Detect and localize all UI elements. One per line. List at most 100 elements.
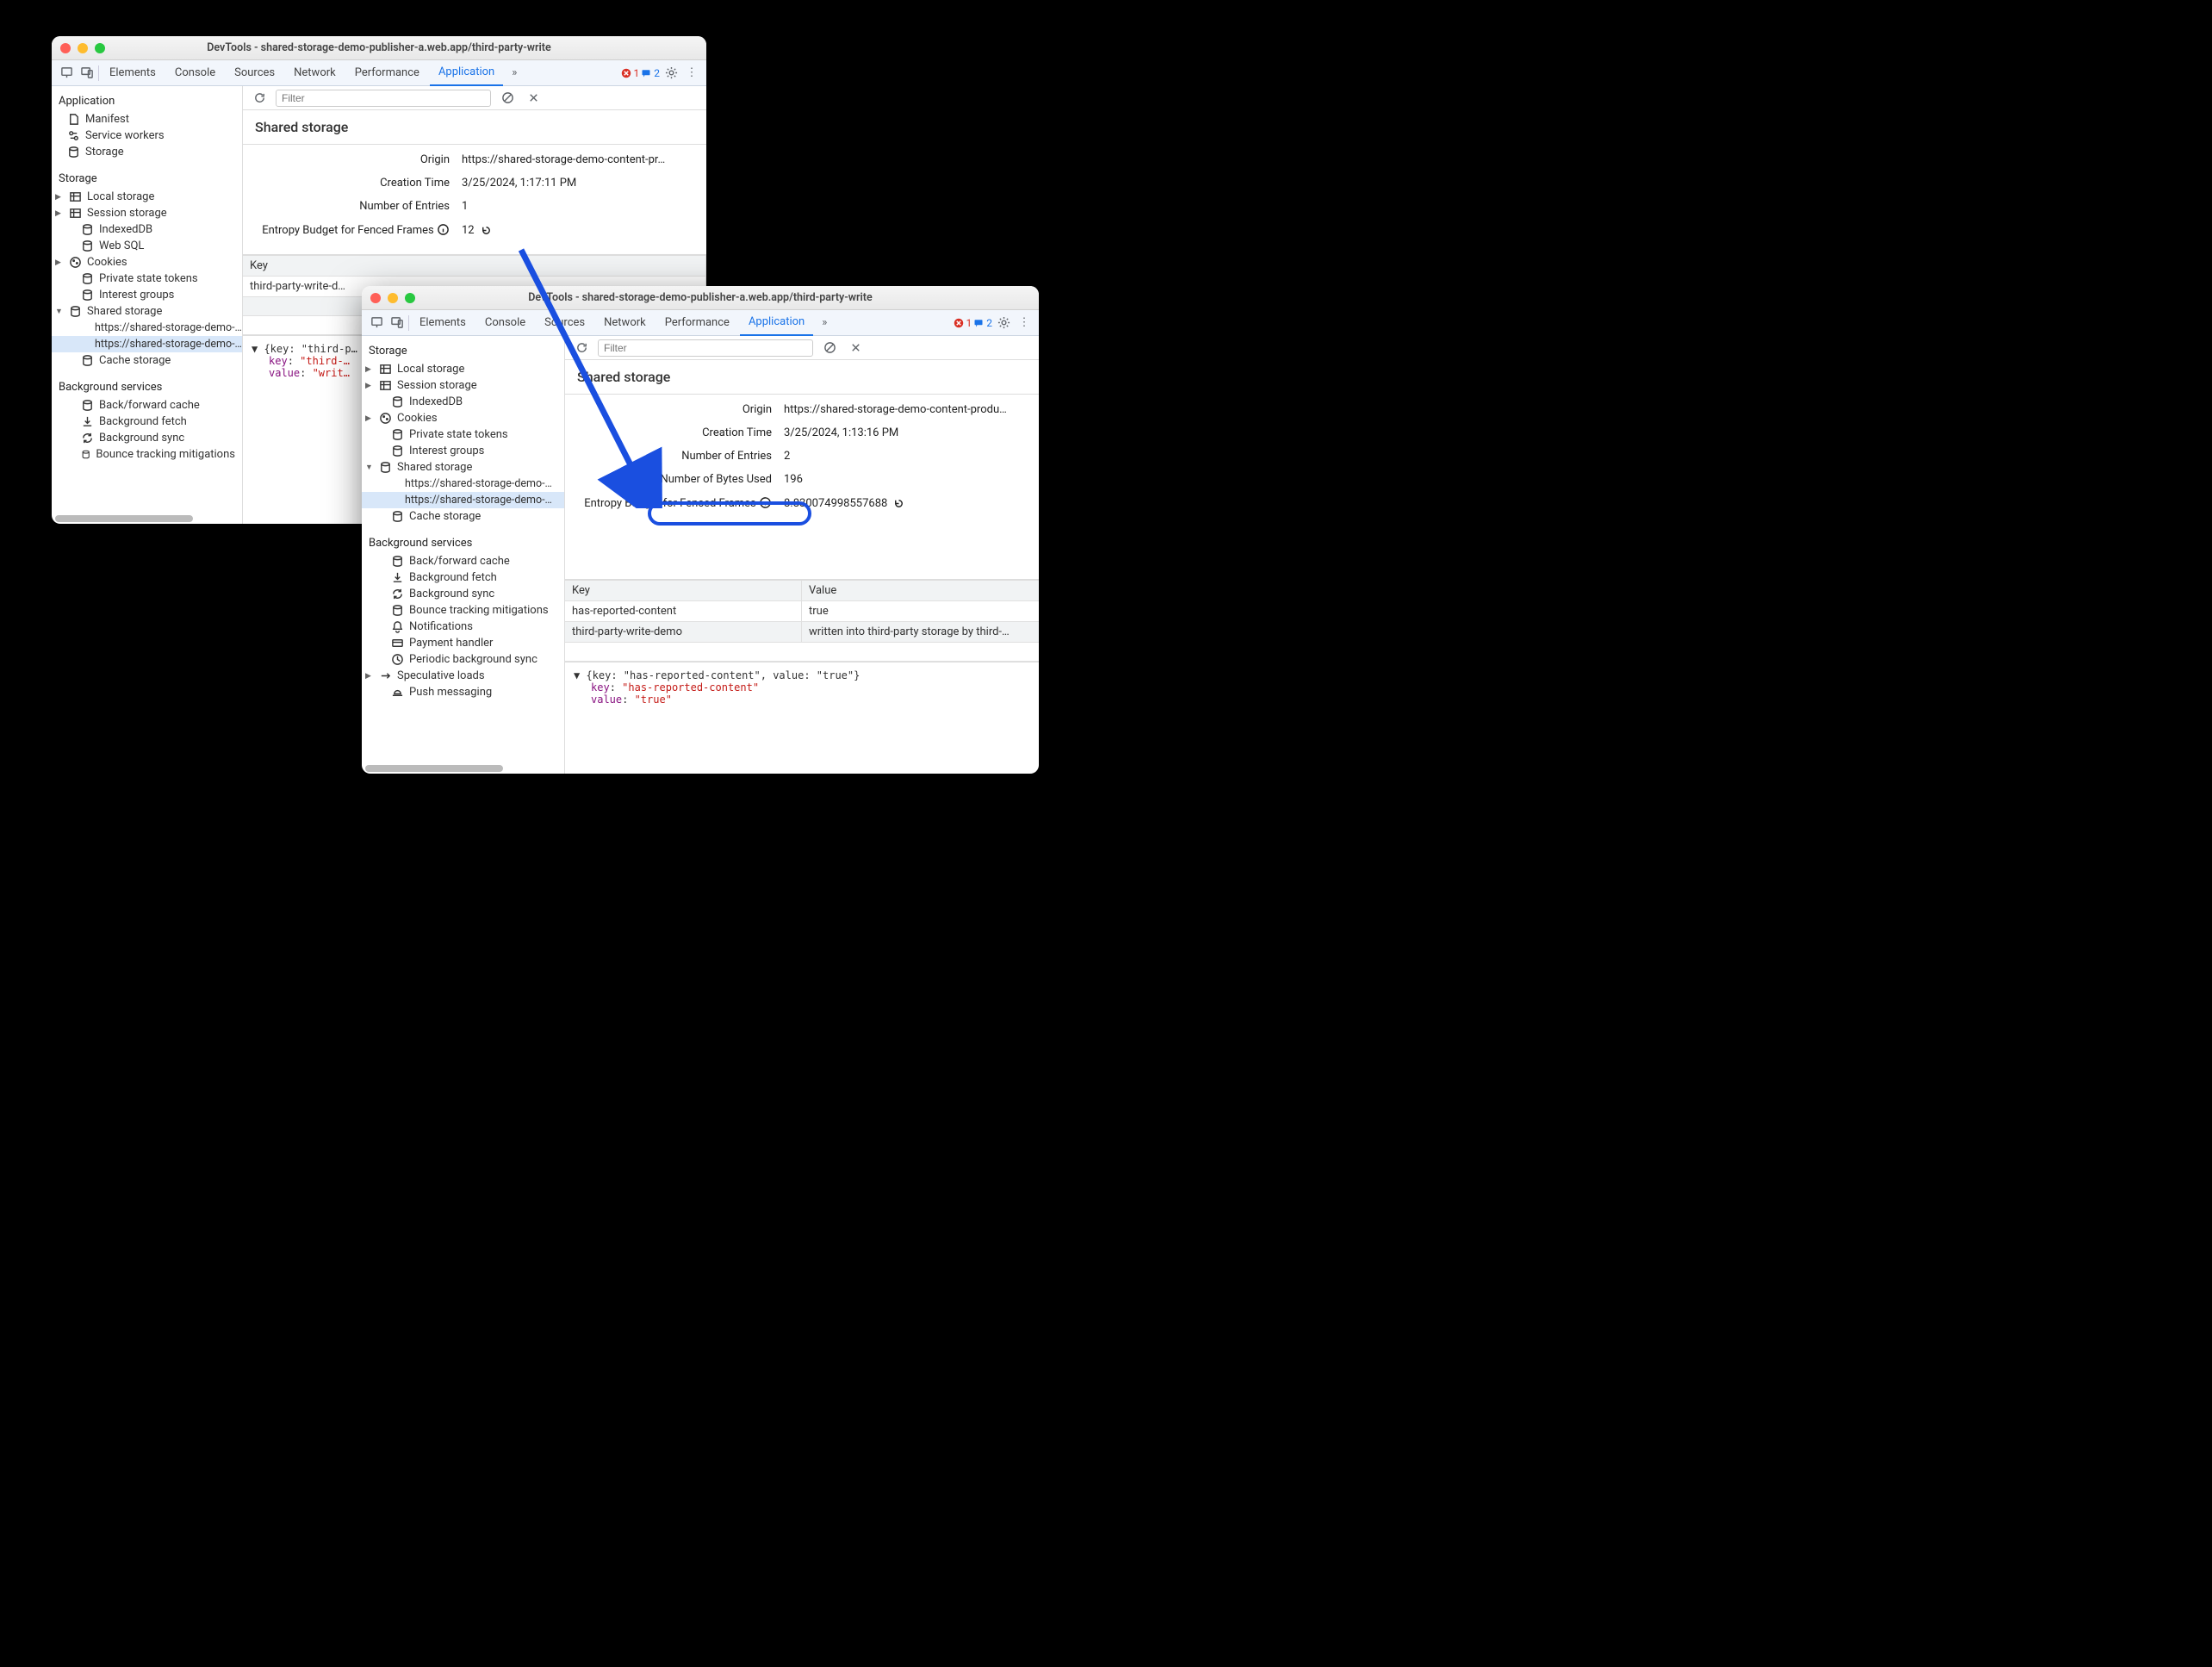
- application-sidebar[interactable]: Application Manifest Service workers Sto…: [52, 86, 243, 524]
- horizontal-scrollbar[interactable]: [55, 515, 193, 522]
- sidebar-item-speculative-loads[interactable]: ▶Speculative loads: [362, 668, 564, 684]
- kebab-menu-icon[interactable]: ⋮: [1015, 314, 1034, 333]
- sidebar-item-back-forward-cache[interactable]: Back/forward cache: [52, 397, 242, 414]
- clear-icon[interactable]: [498, 89, 517, 108]
- sidebar-item-service-workers[interactable]: Service workers: [52, 128, 242, 144]
- minimize-window-button[interactable]: [388, 293, 398, 303]
- refresh-icon[interactable]: [572, 339, 591, 358]
- chevron-right-icon[interactable]: ▶: [55, 193, 64, 202]
- sidebar-item-shared-storage[interactable]: ▼Shared storage: [362, 459, 564, 476]
- sidebar-item-session-storage[interactable]: ▶Session storage: [362, 377, 564, 394]
- error-count-badge[interactable]: 1: [621, 67, 640, 79]
- sidebar-item-cookies[interactable]: ▶Cookies: [52, 254, 242, 271]
- sidebar-item-back-forward-cache[interactable]: Back/forward cache: [362, 553, 564, 569]
- tab-sources[interactable]: Sources: [536, 310, 593, 336]
- close-icon[interactable]: [524, 89, 543, 108]
- kebab-menu-icon[interactable]: ⋮: [682, 64, 701, 83]
- filter-input[interactable]: [276, 90, 491, 107]
- chevron-right-icon[interactable]: ▶: [365, 365, 374, 374]
- close-icon[interactable]: [846, 339, 865, 358]
- table-row-empty: [565, 643, 1039, 662]
- device-toggle-icon[interactable]: [388, 314, 407, 333]
- sidebar-item-indexeddb[interactable]: IndexedDB: [52, 221, 242, 238]
- sidebar-item-background-fetch[interactable]: Background fetch: [52, 414, 242, 430]
- tab-application[interactable]: Application: [430, 60, 503, 86]
- horizontal-scrollbar[interactable]: [365, 765, 503, 772]
- zoom-window-button[interactable]: [95, 43, 105, 53]
- inspect-icon[interactable]: [367, 314, 386, 333]
- sidebar-item-manifest[interactable]: Manifest: [52, 111, 242, 128]
- sidebar-item-background-sync[interactable]: Background sync: [362, 586, 564, 602]
- tab-network[interactable]: Network: [285, 60, 345, 86]
- sidebar-item-private-state-tokens[interactable]: Private state tokens: [362, 426, 564, 443]
- inspect-icon[interactable]: [57, 64, 76, 83]
- info-icon[interactable]: [759, 496, 772, 509]
- sidebar-item-storage[interactable]: Storage: [52, 144, 242, 160]
- tab-performance[interactable]: Performance: [346, 60, 428, 86]
- sidebar-item-local-storage[interactable]: ▶Local storage: [52, 189, 242, 205]
- settings-gear-icon[interactable]: [662, 64, 680, 83]
- table-row[interactable]: has-reported-contenttrue: [565, 601, 1039, 622]
- more-tabs-chevron-icon[interactable]: »: [815, 314, 834, 333]
- sidebar-item-background-sync[interactable]: Background sync: [52, 430, 242, 446]
- sidebar-item-background-fetch[interactable]: Background fetch: [362, 569, 564, 586]
- refresh-icon[interactable]: [250, 89, 269, 108]
- tab-elements[interactable]: Elements: [101, 60, 165, 86]
- sidebar-subitem-origin[interactable]: https://shared-storage-demo-…: [52, 336, 242, 352]
- tab-elements[interactable]: Elements: [411, 310, 475, 336]
- window-titlebar[interactable]: DevTools - shared-storage-demo-publisher…: [362, 286, 1039, 310]
- sidebar-item-cookies[interactable]: ▶Cookies: [362, 410, 564, 426]
- reset-icon[interactable]: [892, 497, 905, 510]
- close-window-button[interactable]: [60, 43, 71, 53]
- reset-icon[interactable]: [480, 224, 493, 237]
- sidebar-item-websql[interactable]: Web SQL: [52, 238, 242, 254]
- tab-console[interactable]: Console: [166, 60, 224, 86]
- sidebar-item-payment-handler[interactable]: Payment handler: [362, 635, 564, 651]
- filter-input[interactable]: [598, 339, 813, 357]
- sidebar-item-cache-storage[interactable]: Cache storage: [362, 508, 564, 525]
- window-titlebar[interactable]: DevTools - shared-storage-demo-publisher…: [52, 36, 706, 60]
- minimize-window-button[interactable]: [78, 43, 88, 53]
- tab-network[interactable]: Network: [595, 310, 655, 336]
- tab-performance[interactable]: Performance: [656, 310, 738, 336]
- settings-gear-icon[interactable]: [994, 314, 1013, 333]
- clear-icon[interactable]: [820, 339, 839, 358]
- sidebar-subitem-origin[interactable]: https://shared-storage-demo-…: [362, 476, 564, 492]
- close-window-button[interactable]: [370, 293, 381, 303]
- zoom-window-button[interactable]: [405, 293, 415, 303]
- sidebar-item-periodic-sync[interactable]: Periodic background sync: [362, 651, 564, 668]
- sidebar-item-interest-groups[interactable]: Interest groups: [52, 287, 242, 303]
- sidebar-subitem-origin[interactable]: https://shared-storage-demo-…: [52, 320, 242, 336]
- chevron-right-icon[interactable]: ▶: [55, 258, 64, 267]
- sidebar-item-bounce-tracking[interactable]: Bounce tracking mitigations: [362, 602, 564, 619]
- sidebar-item-indexeddb[interactable]: IndexedDB: [362, 394, 564, 410]
- sidebar-item-cache-storage[interactable]: Cache storage: [52, 352, 242, 369]
- sidebar-subitem-origin[interactable]: https://shared-storage-demo-…: [362, 492, 564, 508]
- tab-console[interactable]: Console: [476, 310, 534, 336]
- chevron-right-icon[interactable]: ▶: [365, 672, 374, 681]
- chevron-down-icon[interactable]: ▼: [365, 463, 374, 472]
- sidebar-item-interest-groups[interactable]: Interest groups: [362, 443, 564, 459]
- sidebar-item-session-storage[interactable]: ▶Session storage: [52, 205, 242, 221]
- tab-sources[interactable]: Sources: [226, 60, 283, 86]
- tab-application[interactable]: Application: [740, 310, 813, 336]
- chevron-right-icon[interactable]: ▶: [365, 414, 374, 423]
- sidebar-item-push-messaging[interactable]: Push messaging: [362, 684, 564, 700]
- device-toggle-icon[interactable]: [78, 64, 96, 83]
- application-sidebar[interactable]: Storage ▶Local storage ▶Session storage …: [362, 336, 565, 774]
- info-icon[interactable]: [437, 223, 450, 236]
- sidebar-item-local-storage[interactable]: ▶Local storage: [362, 361, 564, 377]
- chevron-right-icon[interactable]: ▶: [365, 382, 374, 390]
- table-row[interactable]: third-party-write-demowritten into third…: [565, 622, 1039, 643]
- sidebar-item-notifications[interactable]: Notifications: [362, 619, 564, 635]
- sidebar-item-private-state-tokens[interactable]: Private state tokens: [52, 271, 242, 287]
- sidebar-item-bounce-tracking[interactable]: Bounce tracking mitigations: [52, 446, 242, 463]
- chevron-right-icon[interactable]: ▶: [55, 209, 64, 218]
- message-count-badge[interactable]: 2: [973, 317, 992, 329]
- sidebar-item-shared-storage[interactable]: ▼Shared storage: [52, 303, 242, 320]
- more-tabs-chevron-icon[interactable]: »: [505, 64, 524, 83]
- error-count-badge[interactable]: 1: [954, 317, 972, 329]
- chevron-down-icon[interactable]: ▼: [55, 307, 64, 316]
- creation-time-value: 3/25/2024, 1:17:11 PM: [462, 177, 576, 190]
- message-count-badge[interactable]: 2: [641, 67, 660, 79]
